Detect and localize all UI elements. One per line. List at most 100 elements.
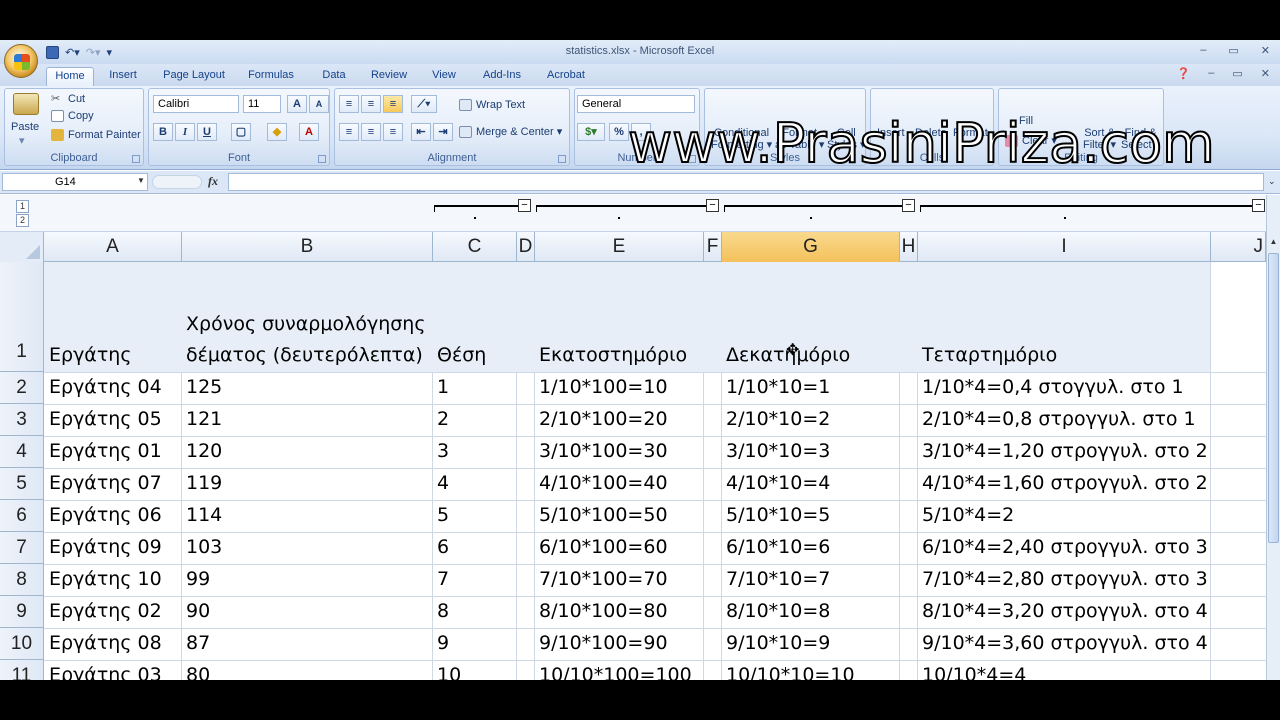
outline-level-2-button[interactable]: 2 (16, 214, 29, 227)
tab-page-layout[interactable]: Page Layout (156, 67, 232, 86)
cell-g3[interactable]: 2/10*10=2 (721, 408, 830, 430)
cell-a7[interactable]: Εργάτης 09 (44, 536, 162, 558)
paste-dropdown-icon[interactable]: ▾ (19, 135, 25, 147)
column-header-i[interactable]: I (918, 232, 1211, 262)
cell-i3[interactable]: 2/10*4=0,8 στρογγυλ. στο 1 (917, 408, 1196, 430)
cell-a6[interactable]: Εργάτης 06 (44, 504, 162, 526)
cell-c9[interactable]: 8 (432, 600, 449, 622)
orientation-icon[interactable]: ⟋▾ (411, 95, 437, 113)
cell-b2[interactable]: 125 (181, 376, 222, 398)
cell-b9[interactable]: 90 (181, 600, 210, 622)
cell-b3[interactable]: 121 (181, 408, 222, 430)
cell-b5[interactable]: 119 (181, 472, 222, 494)
scroll-up-icon[interactable]: ▲ (1267, 235, 1280, 249)
office-button[interactable] (4, 44, 38, 78)
minimize-button[interactable]: – (1200, 44, 1206, 57)
column-header-c[interactable]: C (433, 232, 517, 262)
cell-a3[interactable]: Εργάτης 05 (44, 408, 162, 430)
cell-c5[interactable]: 4 (432, 472, 449, 494)
column-header-g[interactable]: G (722, 232, 900, 262)
cell-a10[interactable]: Εργάτης 08 (44, 632, 162, 654)
doc-restore-button[interactable]: ▭ (1232, 67, 1242, 80)
align-top-icon[interactable]: ≡ (339, 95, 359, 113)
cell-a5[interactable]: Εργάτης 07 (44, 472, 162, 494)
scroll-thumb[interactable] (1268, 253, 1279, 543)
increase-indent-icon[interactable]: ⇥ (433, 123, 453, 141)
cell-g11[interactable]: 10/10*10=10 (721, 664, 855, 680)
cell-e6[interactable]: 5/10*100=50 (534, 504, 668, 526)
merge-center-button[interactable]: Merge & Center ▾ (459, 126, 562, 139)
row-header[interactable]: 7 (0, 532, 44, 564)
insert-function-button[interactable]: fx (208, 174, 218, 189)
fill-color-icon[interactable]: ◆ (267, 123, 287, 141)
cell-b10[interactable]: 87 (181, 632, 210, 654)
align-center-icon[interactable]: ≡ (361, 123, 381, 141)
tab-view[interactable]: View (424, 67, 464, 86)
name-box-dropdown-icon[interactable]: ▼ (137, 176, 145, 185)
font-launcher-icon[interactable] (318, 155, 326, 163)
align-right-icon[interactable]: ≡ (383, 123, 403, 141)
formula-input[interactable] (228, 173, 1264, 191)
cell-i8[interactable]: 7/10*4=2,80 στρογγυλ. στο 3 (917, 568, 1208, 590)
paste-button[interactable]: Paste (11, 121, 39, 133)
shrink-font-button[interactable]: A (309, 95, 329, 113)
tab-review[interactable]: Review (364, 67, 414, 86)
cell-c7[interactable]: 6 (432, 536, 449, 558)
cell-g10[interactable]: 9/10*10=9 (721, 632, 830, 654)
help-icon[interactable]: ❓ (1177, 67, 1191, 80)
collapse-group-button[interactable]: − (902, 199, 915, 212)
collapse-group-button[interactable]: − (1252, 199, 1265, 212)
cell-c2[interactable]: 1 (432, 376, 449, 398)
cell-c10[interactable]: 9 (432, 632, 449, 654)
cell-a11[interactable]: Εργάτης 03 (44, 664, 162, 680)
vertical-scrollbar[interactable]: ▲ (1266, 195, 1280, 680)
cell-g6[interactable]: 5/10*10=5 (721, 504, 830, 526)
align-middle-icon[interactable]: ≡ (361, 95, 381, 113)
maximize-button[interactable]: ▭ (1228, 44, 1238, 57)
tab-acrobat[interactable]: Acrobat (538, 67, 594, 86)
collapse-group-button[interactable]: − (518, 199, 531, 212)
cell-i9[interactable]: 8/10*4=3,20 στρογγυλ. στο 4 (917, 600, 1208, 622)
cell-c8[interactable]: 7 (432, 568, 449, 590)
outline-level-1-button[interactable]: 1 (16, 200, 29, 213)
cell-i2[interactable]: 1/10*4=0,4 στογγυλ. στο 1 (917, 376, 1184, 398)
row-header[interactable]: 1 (0, 262, 44, 372)
cell-i10[interactable]: 9/10*4=3,60 στρογγυλ. στο 4 (917, 632, 1208, 654)
cell-e11[interactable]: 10/10*100=100 (534, 664, 692, 680)
align-left-icon[interactable]: ≡ (339, 123, 359, 141)
cell-b1-line1[interactable]: Χρόνος συναρμολόγησης (181, 313, 425, 335)
cell-e7[interactable]: 6/10*100=60 (534, 536, 668, 558)
cell-b6[interactable]: 114 (181, 504, 222, 526)
cell-e4[interactable]: 3/10*100=30 (534, 440, 668, 462)
column-header-d[interactable]: D (517, 232, 535, 262)
cell-e5[interactable]: 4/10*100=40 (534, 472, 668, 494)
cell-a1[interactable]: Εργάτης (44, 344, 131, 366)
cell-i5[interactable]: 4/10*4=1,60 στρογγυλ. στο 2 (917, 472, 1208, 494)
cell-g4[interactable]: 3/10*10=3 (721, 440, 830, 462)
cell-c11[interactable]: 10 (432, 664, 461, 680)
cell-e2[interactable]: 1/10*100=10 (534, 376, 668, 398)
underline-button[interactable]: U (197, 123, 217, 141)
cell-e10[interactable]: 9/10*100=90 (534, 632, 668, 654)
row-header[interactable]: 11 (0, 660, 44, 680)
tab-formulas[interactable]: Formulas (240, 67, 302, 86)
row-header[interactable]: 9 (0, 596, 44, 628)
select-all-button[interactable] (0, 232, 44, 262)
column-header-j[interactable]: J (1211, 232, 1266, 262)
font-color-icon[interactable]: A (299, 123, 319, 141)
currency-icon[interactable]: $▾ (577, 123, 605, 141)
cell-c3[interactable]: 2 (432, 408, 449, 430)
cell-i11[interactable]: 10/10*4=4 (917, 664, 1026, 680)
cell-i4[interactable]: 3/10*4=1,20 στρογγυλ. στο 2 (917, 440, 1208, 462)
column-header-a[interactable]: A (44, 232, 182, 262)
cell-g2[interactable]: 1/10*10=1 (721, 376, 830, 398)
cell-i7[interactable]: 6/10*4=2,40 στρογγυλ. στο 3 (917, 536, 1208, 558)
row-header[interactable]: 3 (0, 404, 44, 436)
cell-e9[interactable]: 8/10*100=80 (534, 600, 668, 622)
name-box[interactable]: G14 (2, 173, 148, 191)
row-header[interactable]: 4 (0, 436, 44, 468)
close-button[interactable]: ✕ (1261, 44, 1270, 57)
format-painter-button[interactable]: Format Painter (51, 129, 141, 142)
decrease-indent-icon[interactable]: ⇤ (411, 123, 431, 141)
cut-button[interactable]: ✂ Cut (51, 93, 85, 105)
